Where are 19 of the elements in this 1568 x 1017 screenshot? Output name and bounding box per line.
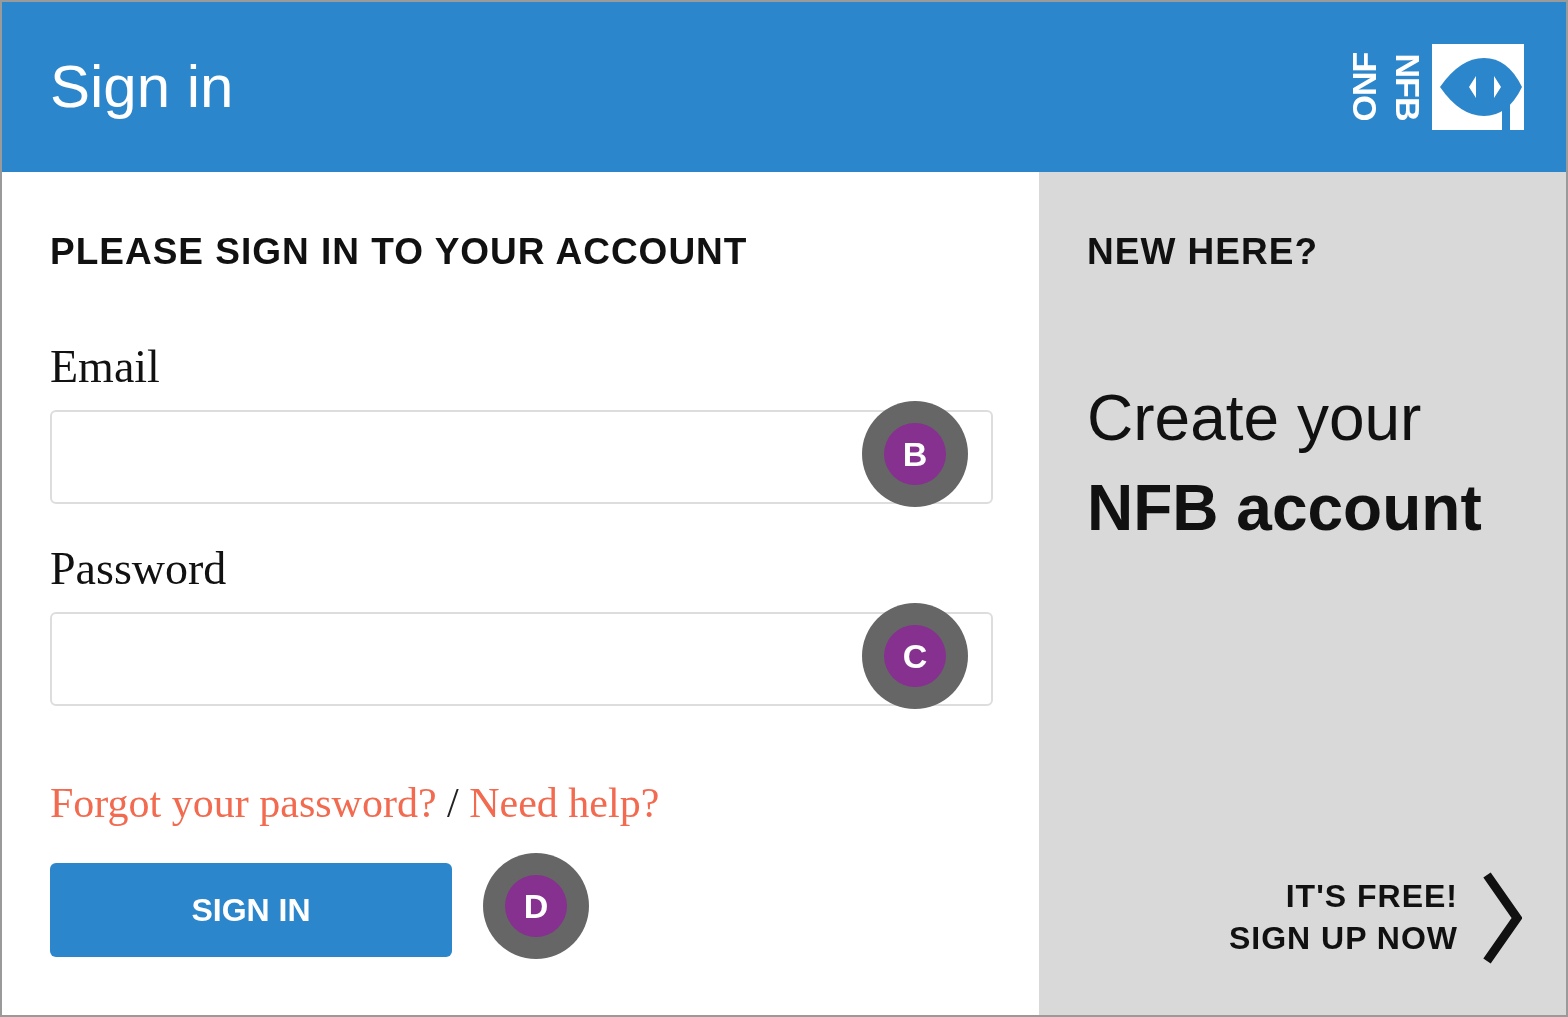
chevron-right-icon[interactable] — [1482, 871, 1522, 965]
input-field[interactable] — [50, 612, 993, 707]
create-account-title: Create your — [1087, 381, 1423, 457]
create-account-title: NFB account — [1087, 471, 1483, 546]
field-label: Email — [50, 344, 161, 391]
callout-marker: D — [483, 853, 589, 960]
sign-up-link[interactable]: IT'S FREE! SIGN UP NOW — [1228, 876, 1458, 960]
form-heading: PLEASE SIGN IN TO YOUR ACCOUNT — [50, 230, 749, 274]
sign-in-button[interactable]: SIGN IN — [50, 863, 452, 958]
eye-icon — [1432, 44, 1524, 130]
aside-heading: NEW HERE? — [1087, 230, 1319, 274]
help-link[interactable]: Forgot your password? — [50, 780, 437, 827]
logo-text: NFB — [1388, 52, 1428, 123]
logo-text: ONF — [1344, 51, 1384, 124]
input-field[interactable] — [50, 410, 993, 505]
field-label: Password — [50, 546, 228, 593]
page-title: Sign in — [50, 52, 234, 122]
link-separator: / — [446, 780, 460, 827]
help-link[interactable]: Need help? — [469, 780, 660, 827]
